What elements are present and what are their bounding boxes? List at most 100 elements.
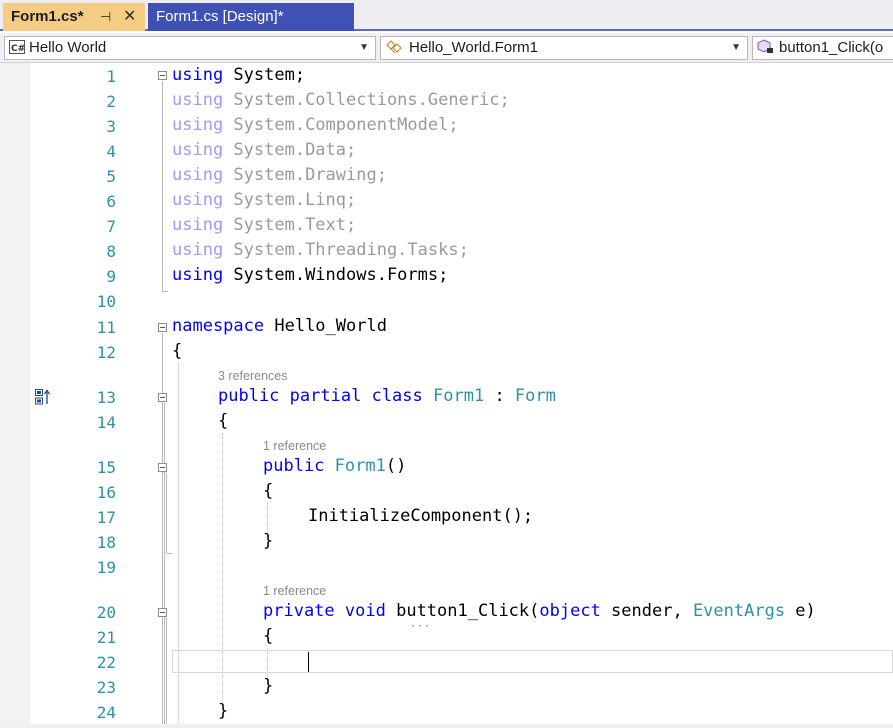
code-text: System.Windows.Forms; <box>223 265 449 285</box>
text-caret <box>308 652 309 672</box>
code-line[interactable]: using System.Drawing; <box>172 163 387 188</box>
brace: { <box>263 481 274 501</box>
project-name: Hello World <box>29 39 107 56</box>
codelens-references[interactable]: 1 reference <box>263 584 326 598</box>
line-number: 2 <box>106 92 116 111</box>
pin-icon[interactable]: ⊣ <box>100 3 111 31</box>
code-text: System.Data; <box>223 140 357 160</box>
code-text: System.Text; <box>223 215 357 235</box>
code-line[interactable]: { <box>172 339 182 364</box>
class-name: Hello_World.Form1 <box>409 39 538 56</box>
brace: } <box>218 701 229 721</box>
code-line[interactable]: public partial class Form1 : Form <box>218 384 556 409</box>
navigation-bar: C# Hello World ▼ Hello_World.Form1 ▼ but… <box>0 33 893 63</box>
keyword: using <box>172 240 224 260</box>
code-line[interactable]: using System.ComponentModel; <box>172 113 459 138</box>
outline-line <box>162 81 163 292</box>
outline-line <box>164 403 165 728</box>
keyword: object <box>539 601 601 621</box>
document-tab-strip: Form1.cs* ⊣ ✕ Form1.cs [Design]* <box>0 0 893 31</box>
code-text: : <box>484 386 515 406</box>
line-number: 5 <box>106 167 116 186</box>
line-number: 12 <box>96 343 116 362</box>
code-text: Hello_World <box>264 316 387 336</box>
keyword: using <box>172 90 224 110</box>
collapse-toggle[interactable] <box>158 71 167 80</box>
keyword: class <box>371 386 423 406</box>
line-number: 4 <box>106 142 116 161</box>
tab-form1-design[interactable]: Form1.cs [Design]* <box>148 3 354 31</box>
outline-line <box>166 473 167 553</box>
code-line[interactable]: public Form1() <box>263 454 406 479</box>
keyword: namespace <box>172 316 265 336</box>
brace: { <box>263 626 274 646</box>
navigate-base-icon[interactable] <box>35 389 51 405</box>
code-line[interactable]: using System; <box>172 63 305 88</box>
close-icon[interactable]: ✕ <box>123 3 136 31</box>
codelens-references[interactable]: 1 reference <box>263 439 326 453</box>
code-line[interactable]: using System.Windows.Forms; <box>172 263 448 288</box>
csharp-project-icon: C# <box>9 40 25 55</box>
code-line[interactable]: } <box>263 529 273 554</box>
type-name: EventArgs <box>692 601 786 621</box>
code-text: System.ComponentModel; <box>223 115 459 135</box>
code-text: System; <box>223 65 306 85</box>
outline-tick <box>166 553 172 554</box>
code-line[interactable]: using System.Text; <box>172 213 356 238</box>
code-text: System.Drawing; <box>223 165 387 185</box>
member-dropdown[interactable]: button1_Click(o <box>752 36 893 60</box>
type-name: Form1 <box>433 386 485 406</box>
code-line[interactable]: } <box>218 699 228 724</box>
line-number: 8 <box>106 242 116 261</box>
code-line[interactable]: { <box>218 409 228 434</box>
tab-form1-cs[interactable]: Form1.cs* ⊣ ✕ <box>3 3 145 31</box>
codelens-references[interactable]: 3 references <box>218 369 287 383</box>
collapse-toggle[interactable] <box>158 393 167 402</box>
keyword: using <box>172 140 224 160</box>
collapse-toggle[interactable] <box>158 608 167 617</box>
class-icon <box>386 40 402 54</box>
class-dropdown[interactable]: Hello_World.Form1 ▼ <box>380 36 748 60</box>
code-text: () <box>385 456 407 476</box>
indent-guide <box>178 363 179 728</box>
line-number: 21 <box>96 628 116 647</box>
code-line[interactable]: using System.Data; <box>172 138 356 163</box>
code-editor[interactable]: ··· 1 2 3 4 5 6 7 8 9 10 11 12 13 14 15 … <box>0 63 893 728</box>
code-line[interactable]: using System.Linq; <box>172 188 356 213</box>
collapse-toggle[interactable] <box>158 323 167 332</box>
line-number: 3 <box>106 117 116 136</box>
collapse-toggle[interactable] <box>158 463 167 472</box>
line-number: 16 <box>96 483 116 502</box>
line-number: 14 <box>96 413 116 432</box>
editor-bottom-edge <box>0 724 893 728</box>
keyword: using <box>172 165 224 185</box>
project-dropdown[interactable]: C# Hello World ▼ <box>4 36 376 60</box>
code-line[interactable]: } <box>263 674 273 699</box>
outline-tick <box>162 291 168 292</box>
keyword: public <box>218 386 280 406</box>
line-number: 11 <box>96 318 116 337</box>
code-line[interactable]: { <box>263 479 273 504</box>
method-name: button1_Click( <box>385 601 540 621</box>
line-number: 24 <box>96 703 116 722</box>
keyword: using <box>172 265 224 285</box>
line-number: 19 <box>96 558 116 577</box>
code-line[interactable]: namespace Hello_World <box>172 314 387 339</box>
line-number: 10 <box>96 292 116 311</box>
type-name: Form <box>514 386 556 406</box>
line-number: 9 <box>106 267 116 286</box>
code-line[interactable]: private void button1_Click(object sender… <box>263 599 816 624</box>
chevron-down-icon: ▼ <box>359 42 369 53</box>
line-number: 20 <box>96 603 116 622</box>
code-text: System.Linq; <box>223 190 357 210</box>
code-line[interactable]: using System.Collections.Generic; <box>172 88 510 113</box>
code-line[interactable]: using System.Threading.Tasks; <box>172 238 469 263</box>
code-text: e) <box>785 601 816 621</box>
tab-label: Form1.cs* <box>11 8 84 25</box>
brace: } <box>263 676 274 696</box>
code-line[interactable]: { <box>263 624 273 649</box>
line-number: 1 <box>106 67 116 86</box>
brace: } <box>263 531 274 551</box>
code-line[interactable]: InitializeComponent(); <box>308 504 533 529</box>
line-number: 15 <box>96 458 116 477</box>
